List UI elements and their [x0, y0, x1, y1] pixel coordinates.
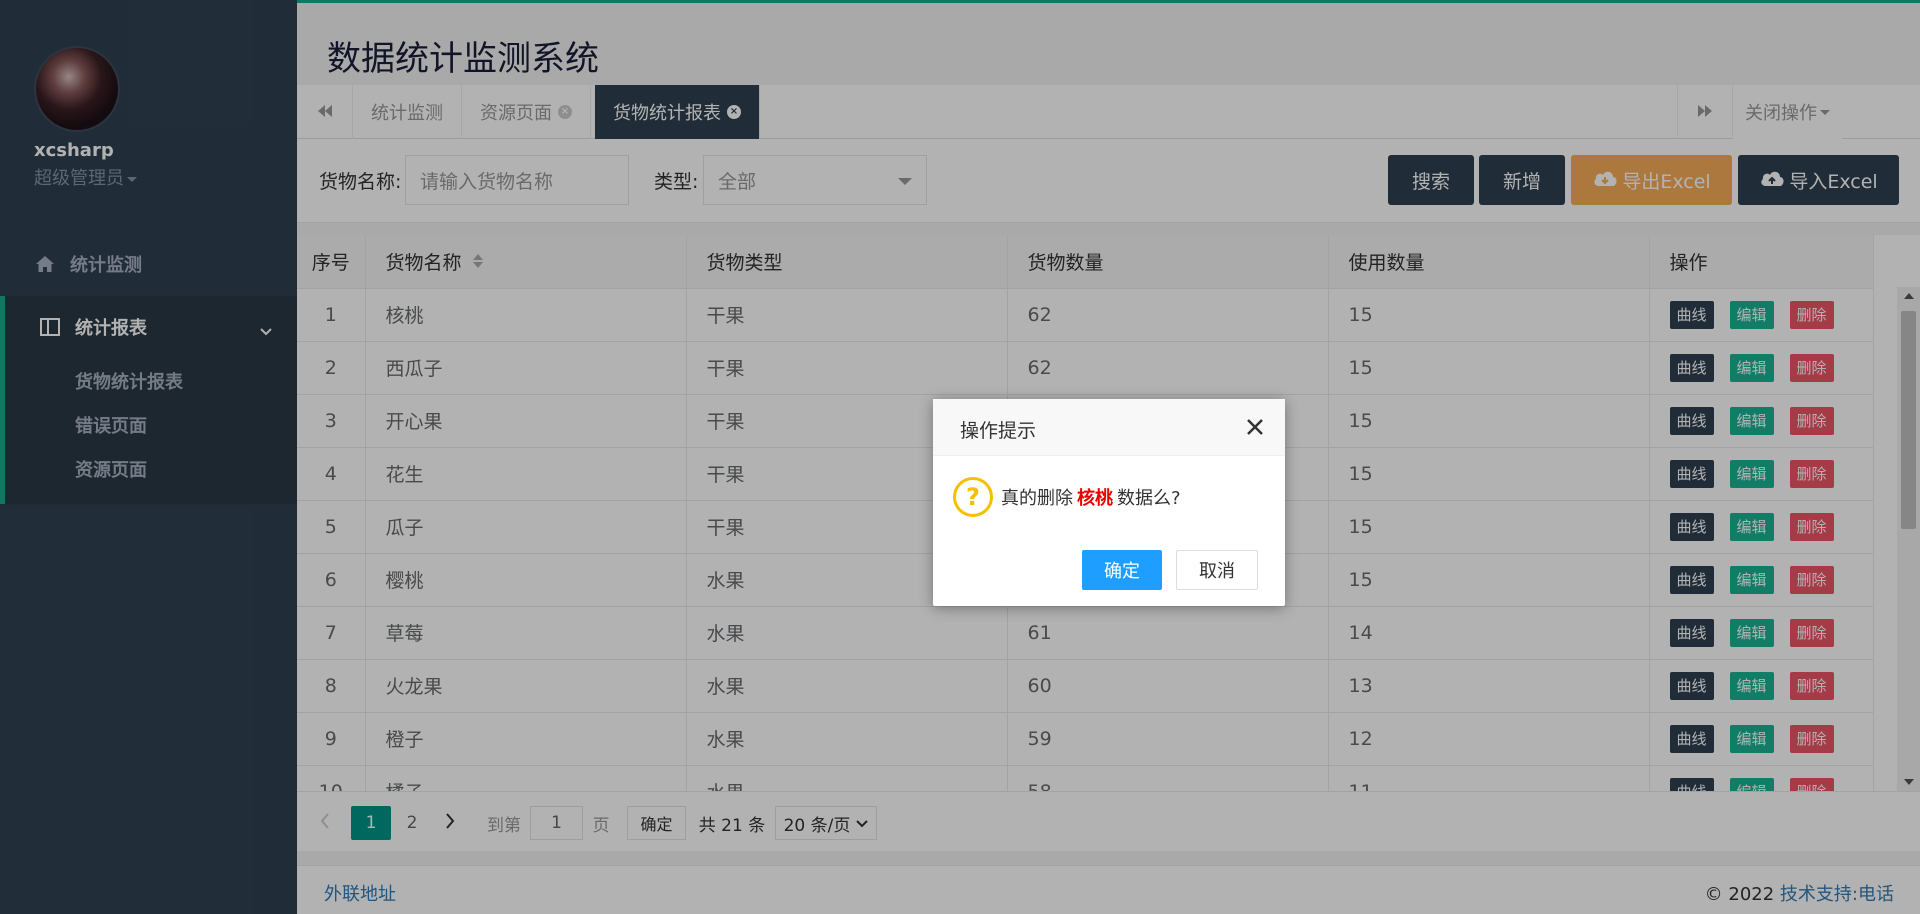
- question-icon: ?: [953, 477, 993, 517]
- dialog-message-item: 核桃: [1077, 488, 1113, 509]
- dialog-message-prefix: 真的删除: [1001, 488, 1073, 509]
- dialog-header: 操作提示: [933, 399, 1285, 456]
- confirm-button[interactable]: 确定: [1082, 550, 1162, 590]
- dialog-title: 操作提示: [960, 420, 1037, 442]
- confirm-dialog: 操作提示 ? 真的删除 核桃 数据么? 确定 取消: [933, 399, 1285, 606]
- dialog-message: ? 真的删除 核桃 数据么?: [953, 477, 1181, 517]
- close-icon[interactable]: [1245, 417, 1265, 437]
- dialog-message-suffix: 数据么?: [1117, 488, 1181, 509]
- cancel-button[interactable]: 取消: [1176, 550, 1258, 590]
